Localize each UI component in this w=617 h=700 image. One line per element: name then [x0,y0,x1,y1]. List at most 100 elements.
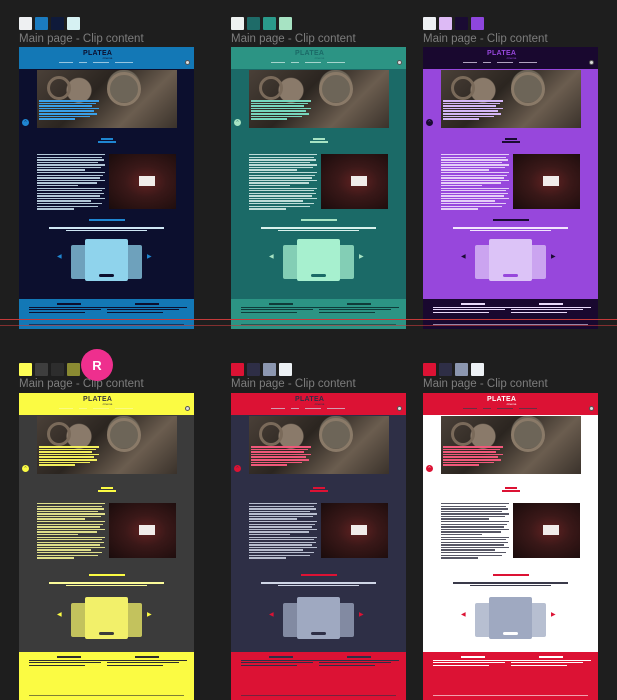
membership-card-featured[interactable] [489,597,532,639]
color-swatch[interactable] [247,363,260,376]
nav-item[interactable] [291,62,299,64]
color-swatch[interactable] [423,17,436,30]
nav-item[interactable] [305,408,321,410]
carousel-prev-arrow[interactable]: ◀ [57,611,62,618]
carousel-next-arrow[interactable]: ▶ [551,253,556,260]
scroll-up-button[interactable]: ⌃ [22,465,29,472]
frame-label[interactable]: Main page - Clip content [231,33,356,45]
carousel-next-arrow[interactable]: ▶ [147,253,152,260]
nav-item[interactable] [463,62,477,64]
color-swatch[interactable] [439,17,452,30]
color-swatch[interactable] [263,363,276,376]
nav-item[interactable] [291,408,299,410]
nav-item[interactable] [115,62,133,64]
carousel-prev-arrow[interactable]: ◀ [269,253,274,260]
card-button[interactable] [503,632,518,635]
membership-card-featured[interactable] [297,597,340,639]
nav-item[interactable] [483,62,491,64]
color-swatch[interactable] [35,17,48,30]
carousel-next-arrow[interactable]: ▶ [147,611,152,618]
nav-item[interactable] [93,408,109,410]
user-icon[interactable] [185,60,190,65]
nav-item[interactable] [115,408,133,410]
frame-label[interactable]: Main page - Clip content [231,378,356,390]
color-swatch[interactable] [19,17,32,30]
membership-card-featured[interactable] [85,597,128,639]
frame-label[interactable]: Main page - Clip content [423,378,548,390]
nav-item[interactable] [93,62,109,64]
frame-teal[interactable]: PLATEA cinema ⌃ ◀ ▶ [231,47,406,329]
card-button[interactable] [311,274,326,277]
nav-item[interactable] [519,408,537,410]
frame-yellow[interactable]: PLATEA cinema ⌃ ◀ ▶ [19,393,194,700]
logo[interactable]: PLATEA cinema [83,396,112,406]
frame-red-light[interactable]: PLATEA cinema ⌃ ◀ ▶ [423,393,598,700]
color-swatch[interactable] [279,363,292,376]
membership-card-featured[interactable] [489,239,532,281]
frame-label[interactable]: Main page - Clip content [19,378,144,390]
carousel-next-arrow[interactable]: ▶ [359,611,364,618]
color-swatch[interactable] [67,17,80,30]
nav-item[interactable] [483,408,491,410]
nav-item[interactable] [79,62,87,64]
color-swatch[interactable] [471,17,484,30]
nav-item[interactable] [305,62,321,64]
user-icon[interactable] [185,406,190,411]
carousel-prev-arrow[interactable]: ◀ [269,611,274,618]
card-button[interactable] [311,632,326,635]
color-swatch[interactable] [423,363,436,376]
color-swatch[interactable] [51,17,64,30]
nav-item[interactable] [497,408,513,410]
color-swatch[interactable] [19,363,32,376]
nav-item[interactable] [463,408,477,410]
card-button[interactable] [99,632,114,635]
color-swatch[interactable] [247,17,260,30]
color-swatch[interactable] [35,363,48,376]
collaborator-avatar[interactable]: R [81,349,113,381]
carousel-prev-arrow[interactable]: ◀ [461,253,466,260]
logo[interactable]: PLATEA cinema [83,50,112,60]
color-swatch[interactable] [471,363,484,376]
color-swatch[interactable] [279,17,292,30]
frame-label[interactable]: Main page - Clip content [19,33,144,45]
logo[interactable]: PLATEA cinema [487,396,516,406]
card-button[interactable] [99,274,114,277]
carousel-prev-arrow[interactable]: ◀ [57,253,62,260]
carousel-next-arrow[interactable]: ▶ [359,253,364,260]
color-swatch[interactable] [439,363,452,376]
nav-item[interactable] [59,62,73,64]
frame-blue[interactable]: PLATEA cinema ⌃ ◀ ▶ [19,47,194,329]
card-button[interactable] [503,274,518,277]
nav-item[interactable] [59,408,73,410]
nav-item[interactable] [271,62,285,64]
color-swatch[interactable] [263,17,276,30]
carousel-prev-arrow[interactable]: ◀ [461,611,466,618]
color-swatch[interactable] [231,363,244,376]
scroll-up-button[interactable]: ⌃ [426,465,433,472]
color-swatch[interactable] [67,363,80,376]
color-swatch[interactable] [51,363,64,376]
carousel-next-arrow[interactable]: ▶ [551,611,556,618]
color-swatch[interactable] [455,17,468,30]
nav-item[interactable] [327,62,345,64]
logo[interactable]: PLATEA cinema [487,50,516,60]
scroll-up-button[interactable]: ⌃ [426,119,433,126]
nav-item[interactable] [519,62,537,64]
scroll-up-button[interactable]: ⌃ [234,465,241,472]
user-icon[interactable] [397,60,402,65]
frame-purple[interactable]: PLATEA cinema ⌃ ◀ ▶ [423,47,598,329]
membership-card-featured[interactable] [85,239,128,281]
frame-label[interactable]: Main page - Clip content [423,33,548,45]
nav-item[interactable] [497,62,513,64]
user-icon[interactable] [397,406,402,411]
scroll-up-button[interactable]: ⌃ [234,119,241,126]
nav-item[interactable] [271,408,285,410]
scroll-up-button[interactable]: ⌃ [22,119,29,126]
nav-item[interactable] [79,408,87,410]
membership-card-featured[interactable] [297,239,340,281]
logo[interactable]: PLATEA cinema [295,50,324,60]
frame-red-dark[interactable]: PLATEA cinema ⌃ ◀ ▶ [231,393,406,700]
color-swatch[interactable] [231,17,244,30]
user-icon[interactable] [589,406,594,411]
logo[interactable]: PLATEA cinema [295,396,324,406]
